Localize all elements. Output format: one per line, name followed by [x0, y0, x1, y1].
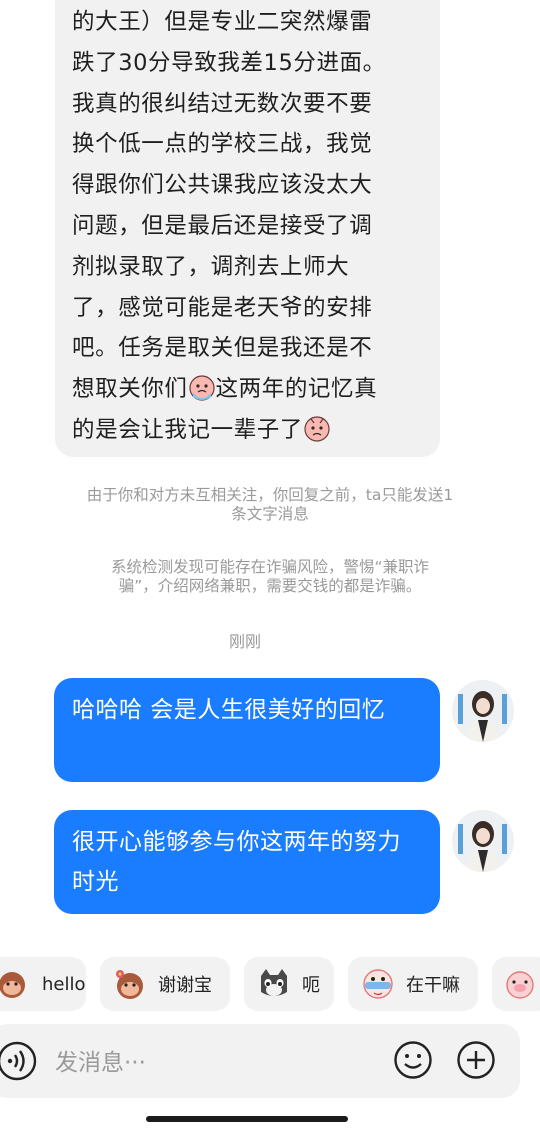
timestamp: 刚刚	[228, 632, 261, 651]
message-line: 剂拟录取了，调剂去上师大	[72, 253, 350, 280]
quick-reply-thanks[interactable]: 谢谢宝	[100, 957, 230, 1011]
incoming-message-bubble[interactable]: 的大王）但是专业二突然爆雷 跌了30分导致我差15分进面。 我真的很纠结过无数次…	[55, 0, 440, 457]
avatar[interactable]	[452, 680, 514, 742]
voice-icon[interactable]	[0, 1040, 38, 1082]
quick-reply-label: 在干嘛	[406, 975, 460, 996]
notice-line: 条文字消息	[231, 505, 309, 523]
sad-emoji-icon	[304, 416, 330, 442]
monkey-flower-icon	[116, 970, 143, 999]
crying-emoji-icon	[188, 375, 215, 401]
message-input[interactable]: 发消息···	[55, 1043, 146, 1077]
message-line: 跌了30分导致我差15分进面。	[72, 49, 386, 76]
user-avatar-icon	[452, 680, 514, 742]
message-line: 了，感觉可能是老天爷的安排	[72, 294, 373, 321]
notice-line: 系统检测发现可能存在诈骗风险，警惕“兼职诈	[110, 558, 430, 576]
cat-icon	[261, 969, 287, 996]
message-line: 换个低一点的学校三战，我觉	[72, 131, 373, 158]
quick-reply-label: hello	[42, 973, 86, 995]
message-segment: 这两年的记忆真	[215, 376, 378, 403]
follow-limit-notice: 由于你和对方未互相关注，你回复之前，ta只能发送1 条文字消息	[10, 486, 530, 524]
message-line: 问题，但是最后还是接受了调	[72, 212, 373, 239]
avatar[interactable]	[452, 810, 514, 872]
message-line: 我真的很纠结过无数次要不要	[72, 90, 373, 117]
message-line: 得跟你们公共课我应该没太大	[72, 172, 373, 199]
message-line: 的是会让我记一辈子了	[72, 410, 424, 451]
quick-reply-hello[interactable]: hello	[0, 957, 86, 1011]
message-line: 想取关你们 这两年的记忆真	[72, 369, 424, 410]
pig-emoji-icon	[506, 971, 534, 999]
plus-icon[interactable]	[456, 1040, 496, 1080]
home-indicator[interactable]	[146, 1116, 348, 1122]
peek-icon	[363, 969, 393, 999]
quick-reply-label: 谢谢宝	[158, 975, 212, 996]
quick-reply-more[interactable]	[492, 957, 540, 1011]
quick-reply-what-doing[interactable]: 在干嘛	[348, 957, 478, 1011]
quick-reply-label: 呃	[302, 975, 320, 996]
message-line: 吧。任务是取关但是我还是不	[72, 335, 373, 362]
message-segment: 想取关你们	[72, 376, 188, 403]
outgoing-message-bubble[interactable]: 很开心能够参与你这两年的努力时光	[54, 810, 440, 914]
fraud-warning-notice: 系统检测发现可能存在诈骗风险，警惕“兼职诈 骗”，介绍网络兼职，需要交钱的都是诈…	[10, 558, 530, 596]
outgoing-message-bubble[interactable]: 哈哈哈 会是人生很美好的回忆	[54, 678, 440, 782]
user-avatar-icon	[452, 810, 514, 872]
message-segment: 的是会让我记一辈子了	[72, 416, 304, 443]
notice-line: 骗”，介绍网络兼职，需要交钱的都是诈骗。	[118, 577, 422, 595]
emoji-icon[interactable]	[393, 1040, 433, 1080]
monkey-icon	[0, 972, 25, 998]
quick-reply-er[interactable]: 呃	[244, 957, 334, 1011]
notice-line: 由于你和对方未互相关注，你回复之前，ta只能发送1	[86, 486, 454, 504]
message-line: 的大王）但是专业二突然爆雷	[72, 9, 373, 35]
